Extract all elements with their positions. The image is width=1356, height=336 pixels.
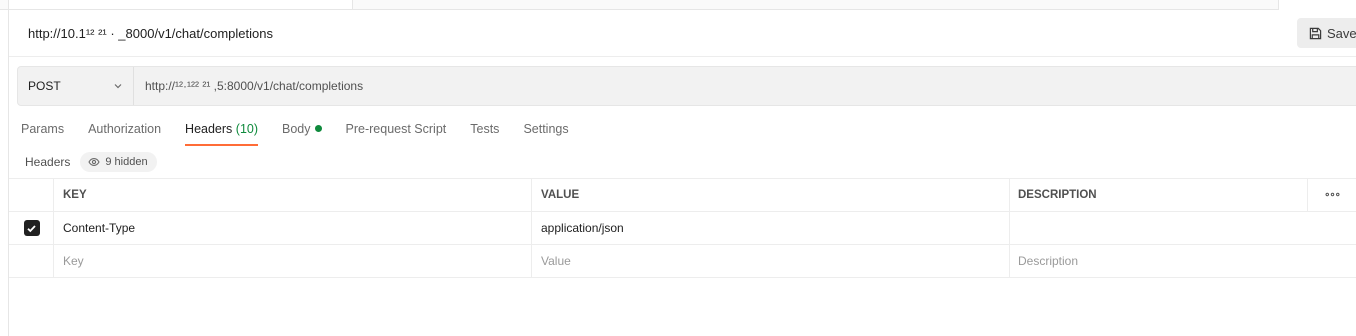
body-status-dot [314, 125, 322, 133]
value-placeholder-cell[interactable]: Value [531, 245, 1010, 277]
tab-body[interactable]: Body [282, 122, 322, 146]
url-bar: POST http://¹²·¹²² ²¹ ,5:8000/v1/chat/co… [17, 66, 1356, 106]
more-options-button[interactable]: ∘∘∘ [1307, 179, 1356, 211]
headers-subbar: Headers 9 hidden [25, 152, 157, 172]
tab-tests[interactable]: Tests [470, 122, 499, 146]
request-name[interactable]: http://10.1¹² ²¹ · _8000/v1/chat/complet… [28, 26, 273, 41]
row-checkbox[interactable] [23, 220, 40, 236]
tab-authorization[interactable]: Authorization [88, 122, 161, 146]
tab-strip-end [1278, 0, 1356, 10]
tab-label: Headers [185, 122, 233, 136]
tab-label: Tests [470, 122, 500, 136]
url-input[interactable]: http://¹²·¹²² ²¹ ,5:8000/v1/chat/complet… [134, 67, 363, 105]
request-tabs: Params Authorization Headers (10) Body P… [21, 122, 593, 146]
method-select[interactable]: POST [18, 67, 134, 105]
request-tab[interactable] [8, 0, 353, 10]
hidden-headers-toggle[interactable]: 9 hidden [80, 152, 157, 172]
column-header-value: VALUE [531, 179, 1010, 211]
tab-label: Pre-request Script [345, 122, 447, 136]
key-placeholder-cell[interactable]: Key [53, 245, 532, 277]
eye-icon [88, 158, 100, 166]
column-header-description: DESCRIPTION [1009, 179, 1308, 211]
headers-title: Headers [25, 155, 71, 169]
description-placeholder-cell[interactable]: Description [1009, 245, 1308, 277]
row-checkbox-cell [9, 245, 54, 277]
top-tab-strip [0, 0, 1356, 10]
checkmark-icon [27, 224, 36, 232]
table-row-new: Key Value Description [9, 245, 1356, 278]
description-cell[interactable] [1009, 212, 1308, 244]
hidden-count-label: 9 hidden [105, 156, 148, 168]
tab-label: Settings [523, 122, 569, 136]
tab-pre-request-script[interactable]: Pre-request Script [346, 122, 447, 146]
tab-headers[interactable]: Headers (10) [185, 122, 258, 146]
headers-table: KEY VALUE DESCRIPTION ∘∘∘ Content-Type a… [9, 178, 1356, 278]
select-column-header [9, 179, 54, 211]
row-checkbox-cell [9, 212, 54, 244]
table-header-row: KEY VALUE DESCRIPTION ∘∘∘ [9, 178, 1356, 212]
save-label: Save [1327, 25, 1356, 41]
save-button[interactable]: Save [1297, 18, 1356, 48]
chevron-down-icon [114, 84, 122, 89]
left-divider [8, 10, 9, 336]
key-cell[interactable]: Content-Type [53, 212, 532, 244]
request-name-row: http://10.1¹² ²¹ · _8000/v1/chat/complet… [9, 10, 1356, 57]
tab-label: Authorization [88, 122, 162, 136]
method-label: POST [28, 79, 61, 93]
tab-label: Params [21, 122, 65, 136]
more-icon: ∘∘∘ [1324, 189, 1341, 201]
tab-label: Body [282, 122, 311, 136]
save-icon [1309, 27, 1322, 39]
tab-settings[interactable]: Settings [523, 122, 568, 146]
value-cell[interactable]: application/json [531, 212, 1010, 244]
table-row: Content-Type application/json [9, 212, 1356, 245]
column-header-key: KEY [53, 179, 532, 211]
tab-params[interactable]: Params [21, 122, 64, 146]
headers-count: (10) [235, 122, 259, 136]
